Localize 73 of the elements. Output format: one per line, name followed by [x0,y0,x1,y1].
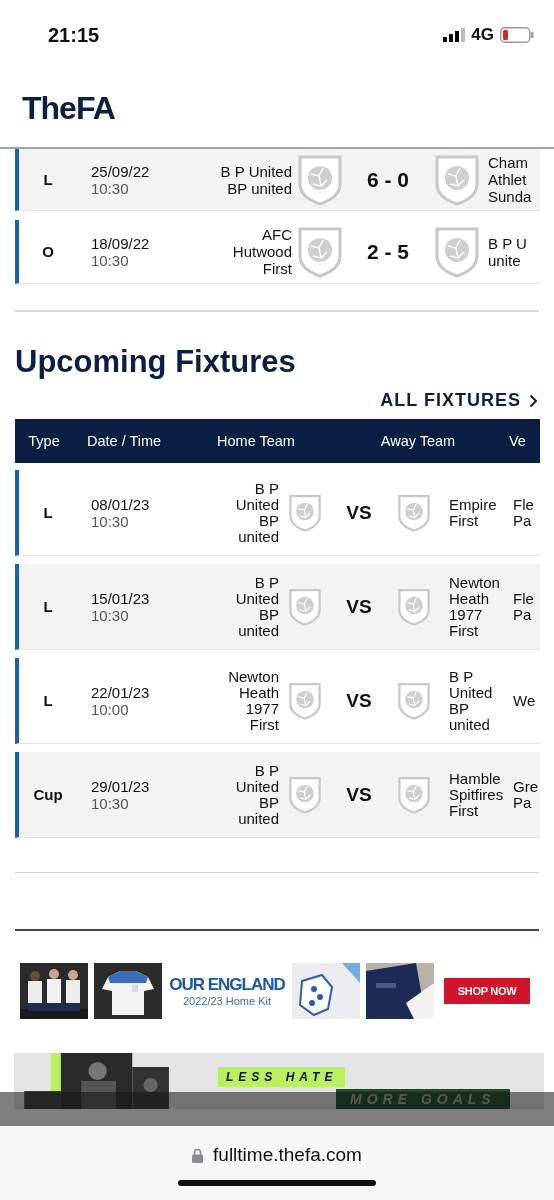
crest-icon [397,493,431,532]
lock-icon [192,1147,204,1163]
home-team[interactable]: Newton Heath 1977 First [189,668,281,733]
match-type: L [42,598,54,615]
crest-icon [288,493,322,532]
versus-label: VS [345,504,373,521]
home-team[interactable]: B P United BP united [189,480,281,545]
match-date: 29/01/23 [91,777,150,795]
crest-icon [296,153,343,206]
crest-icon [397,587,431,626]
crest-icon [288,587,322,626]
match-time: 10:00 [91,700,129,718]
match-type: Cup [32,786,64,803]
match-type: O [41,243,55,260]
shop-now-button[interactable]: SHOP NOW [444,978,530,1004]
versus-label: VS [345,692,373,709]
match-date: 18/09/22 [91,234,150,252]
battery-icon [500,27,534,43]
away-team[interactable]: Empire First [439,496,513,529]
ad-slogan: LESS HATE [218,1067,346,1087]
crest-icon [288,681,322,720]
crest-icon [433,225,480,278]
match-date: 08/01/23 [91,495,150,513]
ad-slogan: MORE GOALS [336,1089,510,1109]
all-fixtures-link[interactable]: ALL FIXTURES [380,390,538,411]
fa-logo[interactable]: TheFA [22,90,115,127]
match-type: L [42,171,54,188]
venue-name: Fle Pa [513,496,535,529]
home-team[interactable]: B P United BP united [189,574,281,639]
column-header: Away Team [379,433,457,449]
signal-icon [443,28,466,42]
match-time: 10:30 [91,512,129,530]
ad-title: OUR ENGLAND [169,975,285,995]
match-date: 22/01/23 [91,683,150,701]
ad-subtitle: 2022/23 Home Kit [182,995,272,1007]
match-score: 2 - 5 [366,239,410,264]
column-header: Date / Time [86,433,163,449]
home-team[interactable]: B P United BP united [189,762,281,827]
crest-icon [397,775,431,814]
column-header: Ve [509,433,527,449]
away-team[interactable]: Newton Heath 1977 First [439,574,513,639]
match-score: 6 - 0 [366,167,410,192]
network-label: 4G [471,25,494,45]
crest-icon [433,153,480,206]
match-time: 10:30 [91,179,129,197]
section-title: Upcoming Fixtures [15,344,297,380]
home-team[interactable]: B P United BP united [189,162,292,197]
match-time: 10:30 [91,606,129,624]
match-type: L [42,692,54,709]
match-time: 10:30 [91,251,129,269]
venue-name: Gre Pa [513,778,539,811]
chevron-icon [529,393,538,408]
match-time: 10:30 [91,794,129,812]
away-team[interactable]: B P U unite [484,234,544,269]
versus-label: VS [345,598,373,615]
column-header: Type [27,433,61,449]
match-date: 25/09/22 [91,162,150,180]
venue-name: Fle Pa [513,590,535,623]
venue-name: We [513,692,537,709]
url-field[interactable]: fulltime.thefa.com [213,1144,362,1166]
crest-icon [296,225,343,278]
status-time: 21:15 [48,23,100,47]
away-team[interactable]: Cham Athlet Sunda [484,154,544,205]
crest-icon [288,775,322,814]
match-date: 15/01/23 [91,589,150,607]
match-type: L [42,504,54,521]
home-team[interactable]: AFC Hutwood First [189,226,292,277]
home-indicator[interactable] [178,1180,376,1186]
away-team[interactable]: B P United BP united [439,668,513,733]
crest-icon [397,681,431,720]
away-team[interactable]: Hamble Spitfires First [439,770,513,819]
versus-label: VS [345,786,373,803]
column-header: Home Team [216,433,296,449]
